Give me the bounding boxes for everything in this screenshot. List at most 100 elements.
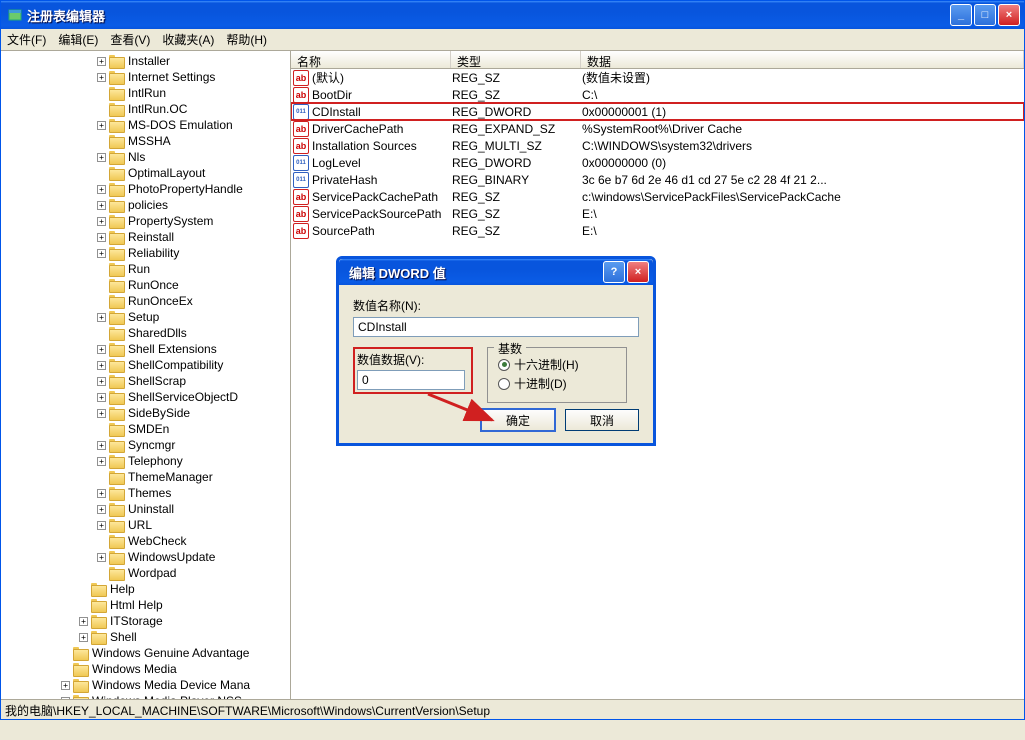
tree-label: Run xyxy=(128,263,150,275)
list-row[interactable]: abDriverCachePathREG_EXPAND_SZ%SystemRoo… xyxy=(291,120,1024,137)
expand-icon[interactable]: + xyxy=(97,73,106,82)
expand-icon[interactable]: + xyxy=(97,521,106,530)
expand-icon[interactable]: + xyxy=(97,233,106,242)
tree-item[interactable]: +Telephony xyxy=(3,453,291,469)
col-type[interactable]: 类型 xyxy=(451,51,581,68)
tree-item[interactable]: Windows Media xyxy=(3,661,291,677)
expand-icon[interactable]: + xyxy=(97,121,106,130)
tree-item[interactable]: RunOnce xyxy=(3,277,291,293)
tree-item[interactable]: +Setup xyxy=(3,309,291,325)
expand-icon[interactable]: + xyxy=(97,153,106,162)
expand-icon[interactable]: + xyxy=(97,185,106,194)
tree-label: ShellCompatibility xyxy=(128,359,223,371)
expand-icon[interactable]: + xyxy=(97,361,106,370)
tree-item[interactable]: Windows Genuine Advantage xyxy=(3,645,291,661)
menu-file[interactable]: 文件(F) xyxy=(7,31,46,48)
dialog-close-button[interactable]: × xyxy=(627,261,649,283)
expand-icon[interactable]: + xyxy=(97,201,106,210)
expand-icon[interactable]: + xyxy=(97,217,106,226)
tree-item[interactable]: +SideBySide xyxy=(3,405,291,421)
col-data[interactable]: 数据 xyxy=(581,51,1024,68)
list-row[interactable]: ab(默认)REG_SZ(数值未设置) xyxy=(291,69,1024,86)
cancel-button[interactable]: 取消 xyxy=(565,409,639,431)
expand-icon[interactable]: + xyxy=(97,249,106,258)
list-row[interactable]: 011CDInstallREG_DWORD0x00000001 (1) xyxy=(291,103,1024,120)
tree-item[interactable]: ThemeManager xyxy=(3,469,291,485)
tree-item[interactable]: +ShellServiceObjectD xyxy=(3,389,291,405)
list-row[interactable]: abServicePackCachePathREG_SZc:\windows\S… xyxy=(291,188,1024,205)
list-row[interactable]: 011LogLevelREG_DWORD0x00000000 (0) xyxy=(291,154,1024,171)
list-row[interactable]: abServicePackSourcePathREG_SZE:\ xyxy=(291,205,1024,222)
close-button[interactable]: × xyxy=(998,4,1020,26)
radio-dec[interactable]: 十进制(D) xyxy=(498,375,616,392)
tree-item[interactable]: OptimalLayout xyxy=(3,165,291,181)
expand-icon[interactable]: + xyxy=(79,633,88,642)
dialog-help-button[interactable]: ? xyxy=(603,261,625,283)
tree-item[interactable]: + ShellCompatibility xyxy=(3,357,291,373)
tree-item[interactable]: +Nls xyxy=(3,149,291,165)
menu-edit[interactable]: 编辑(E) xyxy=(58,31,98,48)
tree-item[interactable]: +WindowsUpdate xyxy=(3,549,291,565)
dlg-name-input[interactable] xyxy=(353,317,639,337)
tree-item[interactable]: +Shell Extensions xyxy=(3,341,291,357)
tree-item[interactable]: Wordpad xyxy=(3,565,291,581)
dialog-titlebar[interactable]: 编辑 DWORD 值 ? × xyxy=(339,259,653,285)
expand-icon[interactable]: + xyxy=(97,393,106,402)
tree-item[interactable]: +Reinstall xyxy=(3,229,291,245)
expand-icon[interactable]: + xyxy=(97,553,106,562)
menu-view[interactable]: 查看(V) xyxy=(110,31,150,48)
tree-item[interactable]: +ShellScrap xyxy=(3,373,291,389)
tree-item[interactable]: SharedDlls xyxy=(3,325,291,341)
tree-item[interactable]: +MS-DOS Emulation xyxy=(3,117,291,133)
list-row[interactable]: abInstallation SourcesREG_MULTI_SZC:\WIN… xyxy=(291,137,1024,154)
tree-item[interactable]: Help xyxy=(3,581,291,597)
expand-icon[interactable]: + xyxy=(97,441,106,450)
expand-icon[interactable]: + xyxy=(97,409,106,418)
tree-item[interactable]: MSSHA xyxy=(3,133,291,149)
expand-icon[interactable]: + xyxy=(79,617,88,626)
expand-icon[interactable]: + xyxy=(97,377,106,386)
tree-item[interactable]: +URL xyxy=(3,517,291,533)
expand-icon[interactable]: + xyxy=(61,697,70,700)
expand-icon[interactable]: + xyxy=(61,681,70,690)
list-row[interactable]: abBootDirREG_SZC:\ xyxy=(291,86,1024,103)
tree-item[interactable]: +Windows Media Player NSS xyxy=(3,693,291,699)
expand-icon[interactable]: + xyxy=(97,505,106,514)
tree-item[interactable]: +Reliability xyxy=(3,245,291,261)
dlg-data-input[interactable] xyxy=(357,370,465,390)
tree-item[interactable]: Run xyxy=(3,261,291,277)
tree-item[interactable]: +PhotoPropertyHandle xyxy=(3,181,291,197)
tree-item[interactable]: +Installer xyxy=(3,53,291,69)
expand-icon[interactable]: + xyxy=(97,57,106,66)
list-row[interactable]: abSourcePathREG_SZE:\ xyxy=(291,222,1024,239)
tree-panel[interactable]: +Installer+Internet SettingsIntlRunIntlR… xyxy=(1,51,291,699)
tree-item[interactable]: RunOnceEx xyxy=(3,293,291,309)
tree-item[interactable]: +PropertySystem xyxy=(3,213,291,229)
tree-item[interactable]: +Uninstall xyxy=(3,501,291,517)
tree-item[interactable]: IntlRun xyxy=(3,85,291,101)
expand-icon[interactable]: + xyxy=(97,345,106,354)
menu-help[interactable]: 帮助(H) xyxy=(226,31,267,48)
tree-item[interactable]: +Shell xyxy=(3,629,291,645)
menu-favorites[interactable]: 收藏夹(A) xyxy=(162,31,214,48)
tree-item[interactable]: +Internet Settings xyxy=(3,69,291,85)
radio-hex[interactable]: 十六进制(H) xyxy=(498,356,616,373)
ok-button[interactable]: 确定 xyxy=(481,409,555,431)
expand-icon[interactable]: + xyxy=(97,313,106,322)
tree-item[interactable]: +Syncmgr xyxy=(3,437,291,453)
tree-item[interactable]: +Themes xyxy=(3,485,291,501)
tree-item[interactable]: WebCheck xyxy=(3,533,291,549)
col-name[interactable]: 名称 xyxy=(291,51,451,68)
tree-item[interactable]: +ITStorage xyxy=(3,613,291,629)
tree-item[interactable]: +Windows Media Device Mana xyxy=(3,677,291,693)
expand-icon[interactable]: + xyxy=(97,489,106,498)
tree-item[interactable]: +policies xyxy=(3,197,291,213)
tree-item[interactable]: Html Help xyxy=(3,597,291,613)
tree-item[interactable]: IntlRun.OC xyxy=(3,101,291,117)
maximize-button[interactable]: □ xyxy=(974,4,996,26)
expand-icon[interactable]: + xyxy=(97,457,106,466)
tree-item[interactable]: SMDEn xyxy=(3,421,291,437)
list-row[interactable]: 011PrivateHashREG_BINARY3c 6e b7 6d 2e 4… xyxy=(291,171,1024,188)
titlebar[interactable]: 注册表编辑器 _ □ × xyxy=(1,1,1024,29)
minimize-button[interactable]: _ xyxy=(950,4,972,26)
